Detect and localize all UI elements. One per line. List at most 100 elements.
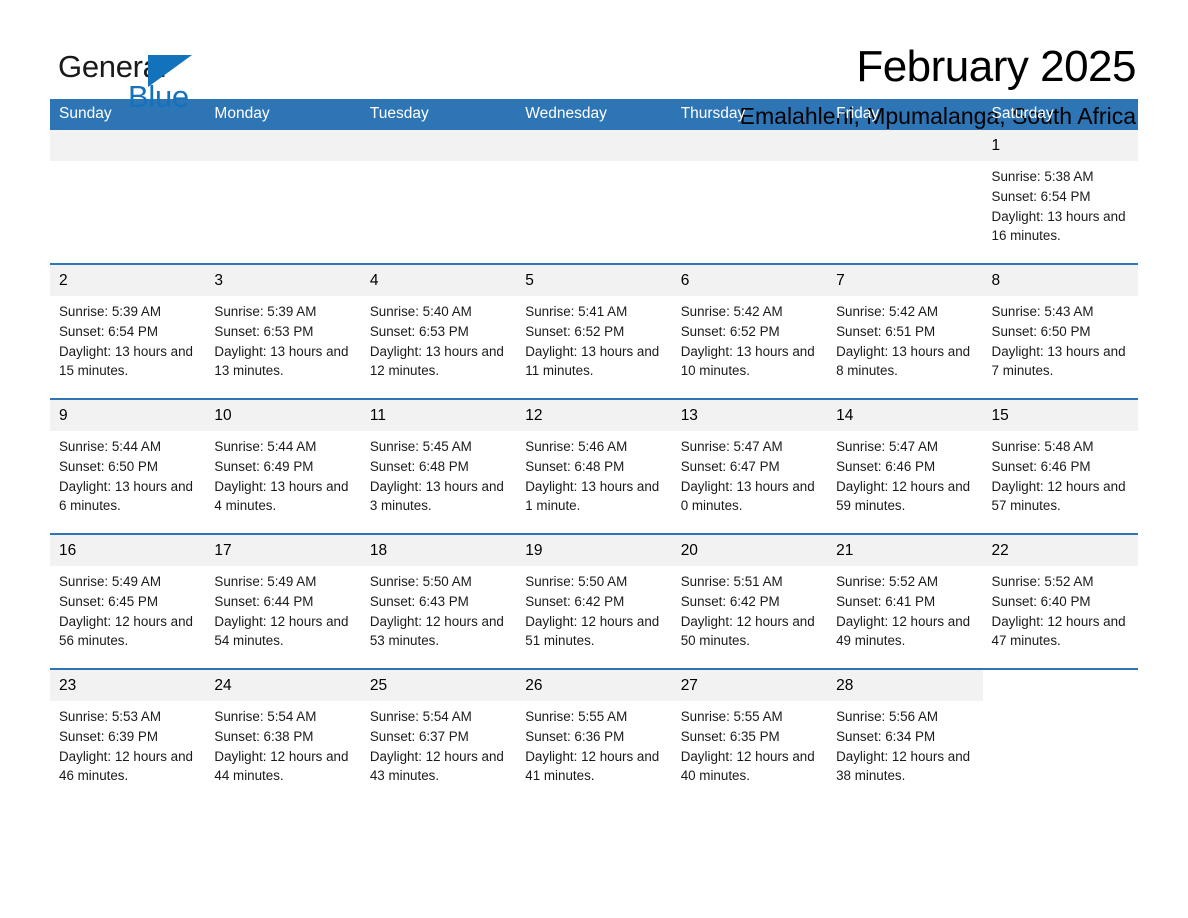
calendar-day-cell[interactable]: 9 Sunrise: 5:44 AM Sunset: 6:50 PM Daylight… bbox=[50, 398, 206, 534]
day-details: Sunrise: 5:47 AM Sunset: 6:47 PM Daylight:… bbox=[672, 431, 827, 516]
day-number: 26 bbox=[516, 670, 672, 701]
sunset-text: Sunset: 6:42 PM bbox=[680, 593, 780, 609]
sunrise-text: Sunrise: 5:38 AM bbox=[991, 169, 1094, 184]
day-cell-inner: 24 Sunrise: 5:54 AM Sunset: 6:38 PM Dayligh… bbox=[205, 670, 361, 803]
day-cell-inner: 15 Sunrise: 5:48 AM Sunset: 6:46 PM Dayligh… bbox=[982, 400, 1138, 533]
day-cell-inner: 23 Sunrise: 5:53 AM Sunset: 6:39 PM Dayligh… bbox=[50, 670, 206, 803]
sunrise-text: Sunrise: 5:45 AM bbox=[369, 439, 472, 454]
day-number bbox=[983, 670, 1138, 701]
calendar-day-cell[interactable]: 18 Sunrise: 5:50 AM Sunset: 6:43 PM Dayligh… bbox=[360, 533, 517, 669]
calendar-day-cell[interactable]: 24 Sunrise: 5:54 AM Sunset: 6:38 PM Dayligh… bbox=[205, 668, 361, 803]
calendar-day-cell[interactable]: 16 Sunrise: 5:49 AM Sunset: 6:45 PM Dayligh… bbox=[50, 533, 206, 669]
generalblue-logo[interactable]: General Blue bbox=[50, 45, 210, 117]
daylight-text: Daylight: 13 hours and 12 minutes. bbox=[369, 343, 504, 379]
day-number: 11 bbox=[360, 400, 517, 431]
day-cell-inner: 20 Sunrise: 5:51 AM Sunset: 6:42 PM Dayligh… bbox=[671, 535, 828, 668]
day-details: Sunrise: 5:50 AM Sunset: 6:42 PM Daylight:… bbox=[516, 566, 671, 651]
calendar-day-cell[interactable]: 14 Sunrise: 5:47 AM Sunset: 6:46 PM Dayligh… bbox=[827, 398, 983, 534]
calendar-day-cell[interactable]: 28 Sunrise: 5:56 AM Sunset: 6:34 PM Dayligh… bbox=[827, 668, 983, 803]
day-cell-inner bbox=[983, 670, 1138, 803]
title-block: February 2025 Emalahleni, Mpumalanga, So… bbox=[740, 44, 1138, 129]
weekday-header-tuesday: Tuesday bbox=[360, 99, 517, 130]
day-cell-inner: 19 Sunrise: 5:50 AM Sunset: 6:42 PM Dayligh… bbox=[516, 535, 672, 668]
calendar-day-cell[interactable]: 4 Sunrise: 5:40 AM Sunset: 6:53 PM Daylight… bbox=[360, 263, 517, 399]
calendar-day-cell[interactable]: 23 Sunrise: 5:53 AM Sunset: 6:39 PM Dayligh… bbox=[50, 668, 206, 803]
daylight-text: Daylight: 12 hours and 41 minutes. bbox=[525, 748, 660, 784]
day-details: Sunrise: 5:41 AM Sunset: 6:52 PM Daylight:… bbox=[516, 296, 671, 381]
sunrise-text: Sunrise: 5:54 AM bbox=[369, 709, 472, 724]
sunrise-text: Sunrise: 5:55 AM bbox=[680, 709, 783, 724]
day-details: Sunrise: 5:52 AM Sunset: 6:40 PM Daylight:… bbox=[983, 566, 1138, 651]
sunrise-text: Sunrise: 5:46 AM bbox=[525, 439, 628, 454]
calendar-day-cell[interactable]: 25 Sunrise: 5:54 AM Sunset: 6:37 PM Dayligh… bbox=[360, 668, 517, 803]
calendar-day-cell[interactable]: 21 Sunrise: 5:52 AM Sunset: 6:41 PM Dayligh… bbox=[827, 533, 983, 669]
sunrise-text: Sunrise: 5:50 AM bbox=[525, 574, 628, 589]
calendar-day-cell[interactable]: 20 Sunrise: 5:51 AM Sunset: 6:42 PM Dayligh… bbox=[671, 533, 828, 669]
day-number: 6 bbox=[671, 265, 828, 296]
day-cell-inner: 10 Sunrise: 5:44 AM Sunset: 6:49 PM Dayligh… bbox=[205, 400, 361, 533]
day-number: 27 bbox=[671, 670, 828, 701]
calendar-day-cell[interactable]: 27 Sunrise: 5:55 AM Sunset: 6:35 PM Dayligh… bbox=[671, 668, 828, 803]
sunset-text: Sunset: 6:40 PM bbox=[991, 593, 1091, 609]
sunset-text: Sunset: 6:46 PM bbox=[836, 458, 936, 474]
day-details: Sunrise: 5:44 AM Sunset: 6:50 PM Daylight:… bbox=[50, 431, 205, 516]
sunrise-text: Sunrise: 5:47 AM bbox=[680, 439, 783, 454]
day-number: 12 bbox=[516, 400, 672, 431]
sunset-text: Sunset: 6:48 PM bbox=[525, 458, 625, 474]
calendar-day-cell[interactable]: 2 Sunrise: 5:39 AM Sunset: 6:54 PM Daylight… bbox=[50, 263, 206, 399]
sunrise-text: Sunrise: 5:49 AM bbox=[59, 574, 161, 589]
calendar-day-cell[interactable]: 3 Sunrise: 5:39 AM Sunset: 6:53 PM Daylight… bbox=[205, 263, 361, 399]
daylight-text: Daylight: 12 hours and 47 minutes. bbox=[991, 613, 1126, 649]
weekday-header-monday: Monday bbox=[205, 99, 361, 130]
day-cell-inner: 3 Sunrise: 5:39 AM Sunset: 6:53 PM Daylight… bbox=[205, 265, 361, 398]
day-number bbox=[671, 130, 828, 161]
sunrise-text: Sunrise: 5:43 AM bbox=[991, 304, 1094, 319]
daylight-text: Daylight: 12 hours and 56 minutes. bbox=[59, 613, 193, 649]
calendar-day-cell[interactable]: 17 Sunrise: 5:49 AM Sunset: 6:44 PM Dayligh… bbox=[205, 533, 361, 669]
calendar-day-cell[interactable]: 1 Sunrise: 5:38 AM Sunset: 6:54 PM Daylight… bbox=[982, 130, 1138, 264]
daylight-text: Daylight: 13 hours and 0 minutes. bbox=[680, 478, 815, 514]
sunset-text: Sunset: 6:53 PM bbox=[214, 323, 314, 339]
calendar-day-cell[interactable]: 22 Sunrise: 5:52 AM Sunset: 6:40 PM Dayligh… bbox=[982, 533, 1138, 669]
day-number bbox=[516, 130, 672, 161]
day-details: Sunrise: 5:51 AM Sunset: 6:42 PM Daylight:… bbox=[672, 566, 827, 651]
sunrise-text: Sunrise: 5:50 AM bbox=[369, 574, 472, 589]
calendar-day-cell[interactable]: 15 Sunrise: 5:48 AM Sunset: 6:46 PM Dayligh… bbox=[982, 398, 1138, 534]
day-number: 25 bbox=[360, 670, 517, 701]
sunset-text: Sunset: 6:46 PM bbox=[991, 458, 1091, 474]
calendar-day-cell[interactable]: 26 Sunrise: 5:55 AM Sunset: 6:36 PM Dayligh… bbox=[516, 668, 672, 803]
day-number: 3 bbox=[205, 265, 361, 296]
day-number: 9 bbox=[50, 400, 206, 431]
daylight-text: Daylight: 12 hours and 50 minutes. bbox=[680, 613, 815, 649]
daylight-text: Daylight: 13 hours and 7 minutes. bbox=[991, 343, 1126, 379]
sunset-text: Sunset: 6:42 PM bbox=[525, 593, 625, 609]
calendar-day-cell[interactable]: 11 Sunrise: 5:45 AM Sunset: 6:48 PM Dayligh… bbox=[360, 398, 517, 534]
day-number: 16 bbox=[50, 535, 206, 566]
day-number: 8 bbox=[982, 265, 1138, 296]
calendar-day-cell[interactable]: 13 Sunrise: 5:47 AM Sunset: 6:47 PM Dayligh… bbox=[671, 398, 828, 534]
sunrise-text: Sunrise: 5:54 AM bbox=[214, 709, 317, 724]
sunset-text: Sunset: 6:34 PM bbox=[836, 728, 936, 744]
day-cell-inner: 16 Sunrise: 5:49 AM Sunset: 6:45 PM Dayligh… bbox=[50, 535, 206, 668]
day-cell-inner bbox=[516, 130, 672, 263]
calendar-day-cell[interactable]: 12 Sunrise: 5:46 AM Sunset: 6:48 PM Dayligh… bbox=[516, 398, 672, 534]
calendar-day-cell[interactable]: 19 Sunrise: 5:50 AM Sunset: 6:42 PM Dayligh… bbox=[516, 533, 672, 669]
calendar-day-cell[interactable]: 10 Sunrise: 5:44 AM Sunset: 6:49 PM Dayligh… bbox=[205, 398, 361, 534]
daylight-text: Daylight: 13 hours and 4 minutes. bbox=[214, 478, 349, 514]
daylight-text: Daylight: 12 hours and 40 minutes. bbox=[680, 748, 815, 784]
day-cell-inner bbox=[50, 130, 206, 263]
calendar-page: General Blue February 2025 Emalahleni, M… bbox=[0, 0, 1188, 918]
day-details: Sunrise: 5:48 AM Sunset: 6:46 PM Daylight:… bbox=[983, 431, 1138, 516]
day-details: Sunrise: 5:45 AM Sunset: 6:48 PM Daylight:… bbox=[361, 431, 516, 516]
day-number: 20 bbox=[671, 535, 828, 566]
day-cell-inner: 4 Sunrise: 5:40 AM Sunset: 6:53 PM Daylight… bbox=[360, 265, 517, 398]
calendar-day-cell[interactable]: 6 Sunrise: 5:42 AM Sunset: 6:52 PM Daylight… bbox=[671, 263, 828, 399]
calendar-day-cell[interactable]: 7 Sunrise: 5:42 AM Sunset: 6:51 PM Daylight… bbox=[827, 263, 983, 399]
calendar-day-cell-empty bbox=[671, 130, 828, 264]
day-details: Sunrise: 5:55 AM Sunset: 6:35 PM Daylight:… bbox=[672, 701, 827, 786]
day-number: 15 bbox=[982, 400, 1138, 431]
day-cell-inner: 2 Sunrise: 5:39 AM Sunset: 6:54 PM Daylight… bbox=[50, 265, 206, 398]
calendar-day-cell[interactable]: 5 Sunrise: 5:41 AM Sunset: 6:52 PM Daylight… bbox=[516, 263, 672, 399]
calendar-day-cell[interactable]: 8 Sunrise: 5:43 AM Sunset: 6:50 PM Daylight… bbox=[982, 263, 1138, 399]
day-cell-inner: 25 Sunrise: 5:54 AM Sunset: 6:37 PM Dayligh… bbox=[360, 670, 517, 803]
